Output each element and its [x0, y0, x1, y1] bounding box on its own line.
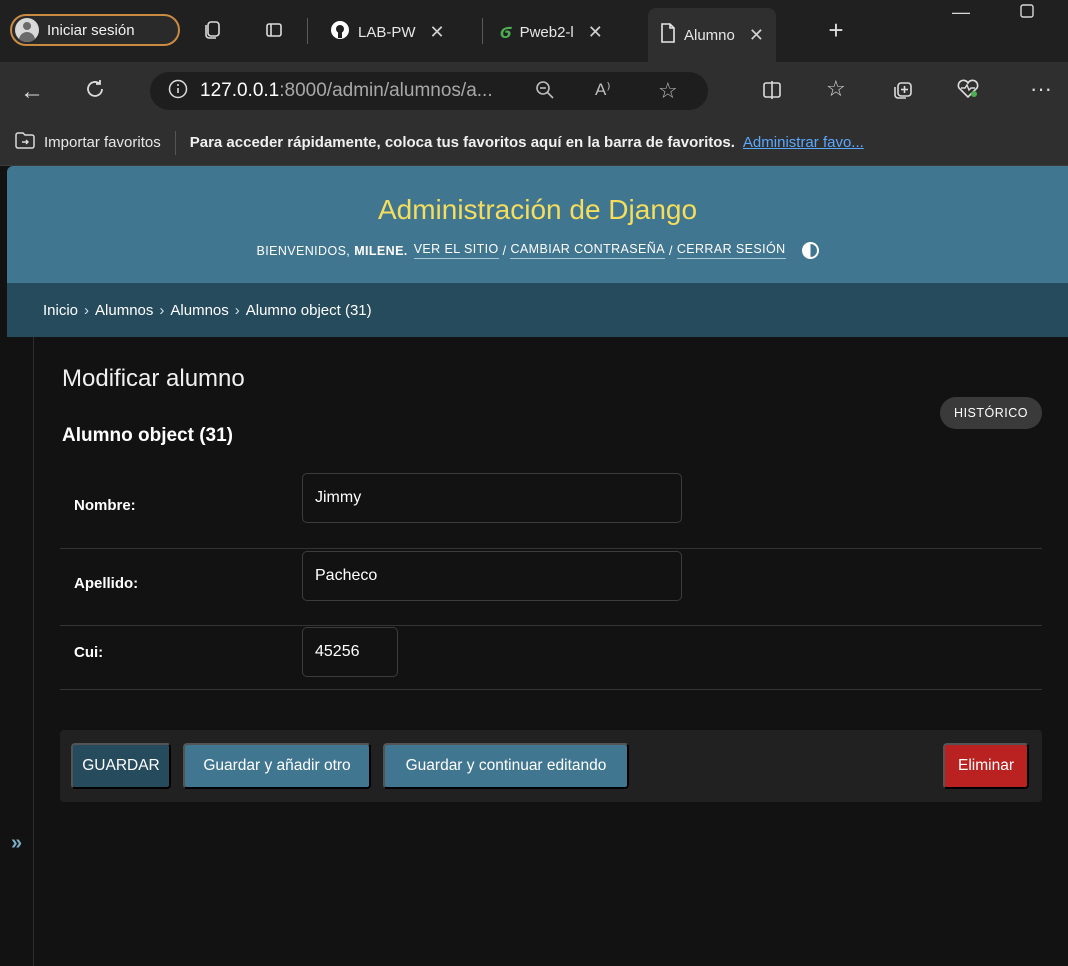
tab-label: Alumno	[684, 26, 735, 44]
read-aloud-icon[interactable]: A⁾	[595, 80, 611, 100]
tab-alumno[interactable]: Alumno ✕	[648, 8, 776, 62]
breadcrumb-separator: ›	[84, 301, 90, 319]
import-icon	[14, 131, 36, 155]
form-row-apellido: Apellido:	[60, 549, 1042, 626]
github-icon	[330, 20, 350, 44]
tab-label: LAB-PW	[358, 23, 416, 41]
submit-row: GUARDAR Guardar y añadir otro Guardar y …	[60, 730, 1042, 802]
user-tools: BIENVENIDOS, MILENE. VER EL SITIO / CAMB…	[7, 242, 1068, 259]
collections-icon[interactable]	[892, 78, 914, 100]
theme-toggle-icon[interactable]	[801, 242, 819, 259]
browser-tab-bar: Iniciar sesión LAB-PW ✕ ϭ Pweb2-l ✕ Alum…	[0, 0, 1068, 62]
tab-lab-pw[interactable]: LAB-PW ✕	[330, 12, 445, 52]
nombre-field[interactable]	[302, 473, 682, 523]
welcome-text: BIENVENIDOS,	[256, 243, 351, 258]
apellido-label: Apellido:	[74, 575, 139, 592]
delete-button[interactable]: Eliminar	[943, 743, 1029, 789]
favorites-icon[interactable]: ☆	[826, 76, 846, 102]
maximize-icon[interactable]	[1020, 2, 1034, 23]
workspaces-icon[interactable]	[200, 18, 224, 42]
username: MILENE.	[354, 243, 408, 258]
reload-icon[interactable]	[84, 78, 106, 100]
info-icon[interactable]	[168, 79, 188, 104]
tab-pweb2[interactable]: ϭ Pweb2-l ✕	[500, 12, 603, 52]
import-favorites-label: Importar favoritos	[44, 134, 161, 151]
save-and-continue-button[interactable]: Guardar y continuar editando	[383, 743, 629, 789]
slash-separator: /	[668, 243, 673, 258]
url-path: :8000/admin/alumnos/a...	[279, 80, 493, 101]
minimize-icon[interactable]: —	[952, 2, 970, 23]
tab-separator	[482, 18, 483, 44]
avatar-icon	[15, 18, 39, 42]
close-icon[interactable]: ✕	[430, 22, 445, 43]
back-icon[interactable]: ←	[20, 78, 44, 106]
breadcrumb-separator: ›	[159, 301, 165, 319]
breadcrumb: Inicio › Alumnos › Alumnos › Alumno obje…	[7, 283, 1068, 337]
admin-header: Administración de Django BIENVENIDOS, MI…	[7, 166, 1068, 283]
nombre-label: Nombre:	[74, 497, 136, 514]
apellido-field[interactable]	[302, 551, 682, 601]
change-password-link[interactable]: CAMBIAR CONTRASEÑA	[510, 242, 665, 259]
breadcrumb-home[interactable]: Inicio	[43, 302, 78, 319]
form-row-nombre: Nombre:	[60, 471, 1042, 549]
breadcrumb-object: Alumno object (31)	[245, 301, 372, 319]
close-icon[interactable]: ✕	[749, 25, 764, 46]
toggle-nav-sidebar-button[interactable]: »	[11, 832, 22, 855]
favorites-separator	[174, 130, 176, 155]
save-button[interactable]: GUARDAR	[71, 743, 171, 789]
save-and-add-another-button[interactable]: Guardar y añadir otro	[183, 743, 371, 789]
page-icon	[660, 23, 676, 47]
url-text: 127.0.0.1:8000/admin/alumnos/a...	[200, 80, 493, 102]
url-field[interactable]: 127.0.0.1:8000/admin/alumnos/a... A⁾ ☆	[150, 72, 708, 110]
slash-separator: /	[502, 243, 507, 258]
url-host: 127.0.0.1	[200, 80, 280, 101]
form-row-cui: Cui:	[60, 626, 1042, 690]
view-site-link[interactable]: VER EL SITIO	[413, 242, 499, 259]
address-bar: ← 127.0.0.1:8000/admin/alumnos/a... A⁾ ☆…	[0, 62, 1068, 120]
cui-field[interactable]	[302, 627, 398, 677]
profile-button[interactable]: Iniciar sesión	[10, 14, 180, 46]
object-title: Alumno object (31)	[62, 425, 234, 446]
tab-actions-icon[interactable]	[262, 18, 286, 42]
cui-label: Cui:	[74, 644, 104, 661]
page-title: Modificar alumno	[62, 365, 245, 392]
split-screen-icon[interactable]	[762, 80, 782, 100]
history-button[interactable]: HISTÓRICO	[940, 397, 1042, 429]
logout-link[interactable]: CERRAR SESIÓN	[676, 242, 786, 259]
new-tab-icon[interactable]: +	[822, 15, 850, 45]
more-options-icon[interactable]: ···	[1030, 76, 1052, 102]
manage-favorites-link[interactable]: Administrar favo...	[743, 134, 864, 151]
tab-separator	[307, 18, 308, 44]
site-name[interactable]: Administración de Django	[7, 194, 1068, 226]
tab-label: Pweb2-l	[519, 23, 574, 41]
browser-essentials-icon[interactable]	[956, 78, 980, 100]
breadcrumb-separator: ›	[234, 301, 240, 319]
favorites-message: Para acceder rápidamente, coloca tus fav…	[189, 134, 735, 151]
close-icon[interactable]: ✕	[588, 22, 603, 43]
profile-label: Iniciar sesión	[47, 21, 135, 39]
leaf-icon: ϭ	[500, 20, 512, 43]
favorite-star-icon[interactable]: ☆	[658, 78, 678, 104]
import-favorites-button[interactable]: Importar favoritos	[14, 131, 161, 155]
zoom-icon[interactable]	[535, 80, 555, 100]
breadcrumb-app[interactable]: Alumnos	[95, 302, 153, 319]
breadcrumb-model[interactable]: Alumnos	[170, 302, 228, 319]
nav-sidebar: »	[7, 337, 34, 966]
favorites-bar: Importar favoritos Para acceder rápidame…	[0, 120, 1068, 166]
